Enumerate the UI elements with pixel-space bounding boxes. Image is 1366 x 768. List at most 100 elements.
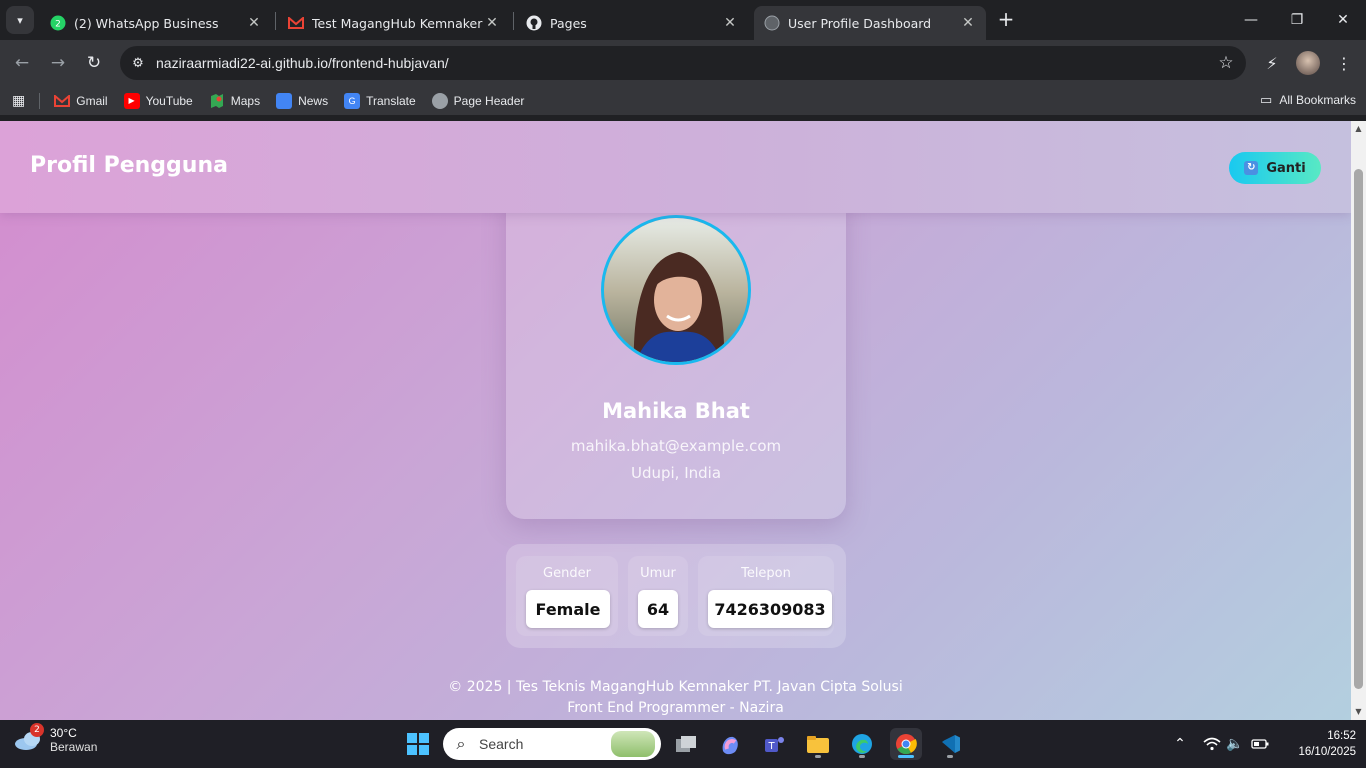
reload-icon[interactable]: ↻ (82, 51, 106, 75)
all-bookmarks-label: All Bookmarks (1279, 93, 1356, 107)
app-indicator (815, 755, 821, 758)
tab-divider (513, 12, 514, 30)
wifi-icon[interactable] (1200, 732, 1224, 756)
search-placeholder: Search (479, 736, 524, 752)
file-explorer-icon[interactable] (802, 728, 834, 760)
globe-icon (431, 92, 448, 109)
bookmark-label: Maps (230, 93, 261, 108)
bookmark-maps[interactable]: Maps (209, 93, 260, 109)
weather-temperature: 30°C (50, 726, 77, 740)
clock-date: 16/10/2025 (1298, 746, 1356, 758)
menu-kebab-icon[interactable]: ⋮ (1332, 51, 1356, 75)
apps-grid-icon[interactable]: ▦ (12, 93, 25, 109)
battery-icon[interactable] (1248, 732, 1272, 756)
svg-text:T: T (767, 741, 775, 752)
close-tab-icon[interactable]: ✕ (960, 15, 976, 31)
close-window-icon[interactable]: ✕ (1320, 0, 1366, 40)
forward-arrow-icon[interactable]: → (46, 51, 70, 75)
vscode-icon[interactable] (934, 728, 966, 760)
bookmark-youtube[interactable]: ▶ YouTube (123, 92, 193, 109)
info-phone: Telepon 7426309083 (698, 556, 834, 636)
teams-icon[interactable]: T (758, 728, 790, 760)
system-clock[interactable]: 16:52 16/10/2025 (1290, 728, 1356, 760)
back-arrow-icon[interactable]: ← (10, 51, 34, 75)
bookmark-label: Translate (366, 93, 416, 108)
tab-title: Pages (550, 15, 587, 31)
tab-gmail[interactable]: Test MagangHub Kemnaker PT. ✕ (278, 6, 510, 40)
volume-icon[interactable]: 🔈 (1223, 732, 1247, 756)
tab-divider (275, 12, 276, 30)
minimize-icon[interactable]: — (1228, 0, 1274, 40)
edge-icon[interactable] (846, 728, 878, 760)
profile-card: Mahika Bhat mahika.bhat@example.com Udup… (506, 185, 846, 519)
weather-description: Berawan (50, 740, 98, 754)
app-indicator-active (898, 755, 914, 758)
scroll-down-icon[interactable]: ▼ (1354, 707, 1363, 716)
profile-photo (604, 218, 748, 362)
windows-start-icon[interactable] (402, 728, 434, 760)
windows-taskbar: 2 30°C Berawan ⌕ Search T ⌃ 🔈 16:52 16/1… (0, 720, 1366, 768)
bookmark-star-icon[interactable]: ☆ (1206, 53, 1246, 73)
page-title: Profil Pengguna (30, 153, 228, 178)
task-view-icon[interactable] (670, 728, 702, 760)
bookmark-label: Page Header (453, 93, 525, 108)
copilot-icon[interactable] (714, 728, 746, 760)
bookmark-label: News (298, 93, 329, 108)
all-bookmarks-button[interactable]: ▭ All Bookmarks (1260, 92, 1356, 108)
restore-icon[interactable]: ❐ (1274, 0, 1320, 40)
tab-title: Test MagangHub Kemnaker PT. (312, 15, 484, 31)
close-tab-icon[interactable]: ✕ (246, 15, 262, 31)
switch-button-label: Ganti (1266, 160, 1306, 176)
page-scrollbar[interactable]: ▲ ▼ (1351, 121, 1366, 720)
bookmark-gmail[interactable]: Gmail (54, 93, 108, 109)
profile-email: mahika.bhat@example.com (570, 437, 782, 455)
search-highlight-icon (611, 731, 655, 757)
extension-icon[interactable]: ⚡ (1260, 51, 1284, 75)
tab-search-chevron-icon[interactable]: ▾ (6, 6, 34, 34)
chrome-icon[interactable] (890, 728, 922, 760)
svg-text:2: 2 (55, 20, 61, 30)
bookmark-label: Gmail (76, 93, 108, 108)
whatsapp-icon: 2 (50, 15, 66, 31)
tab-user-profile-dashboard[interactable]: User Profile Dashboard ✕ (754, 6, 986, 40)
profile-name: Mahika Bhat (602, 399, 750, 423)
scroll-up-icon[interactable]: ▲ (1354, 124, 1363, 133)
info-value: 7426309083 (708, 590, 832, 628)
url-text[interactable]: naziraarmiadi22-ai.github.io/frontend-hu… (156, 55, 1206, 71)
weather-widget[interactable]: 2 30°C Berawan (14, 723, 98, 754)
clock-time: 16:52 (1327, 730, 1356, 742)
info-label: Gender (543, 566, 591, 581)
translate-icon: G (344, 92, 361, 109)
new-tab-plus-icon[interactable]: + (994, 8, 1018, 32)
taskbar-search-input[interactable]: ⌕ Search (443, 728, 661, 760)
info-value: 64 (638, 590, 678, 628)
browser-toolbar: ← → ↻ ⚙ naziraarmiadi22-ai.github.io/fro… (0, 40, 1366, 86)
info-age: Umur 64 (628, 556, 688, 636)
address-bar[interactable]: ⚙ naziraarmiadi22-ai.github.io/frontend-… (120, 46, 1246, 80)
tab-title: (2) WhatsApp Business (74, 15, 219, 31)
app-indicator (859, 755, 865, 758)
scrollbar-thumb[interactable] (1354, 169, 1363, 689)
footer-copyright: © 2025 | Tes Teknis MagangHub Kemnaker P… (448, 679, 903, 695)
switch-user-button[interactable]: ↻ Ganti (1229, 152, 1321, 184)
show-hidden-icons-chevron-icon[interactable]: ⌃ (1168, 732, 1192, 756)
app-header: Profil Pengguna ↻ Ganti (0, 121, 1351, 213)
tab-title: User Profile Dashboard (788, 15, 932, 31)
gmail-icon (54, 93, 71, 109)
youtube-icon: ▶ (123, 92, 140, 109)
profile-avatar-icon[interactable] (1296, 51, 1320, 75)
page-viewport: Profil Pengguna ↻ Ganti Mahika Bhat mahi… (0, 121, 1351, 720)
tab-whatsapp[interactable]: 2 (2) WhatsApp Business ✕ (40, 6, 272, 40)
info-value: Female (526, 590, 610, 628)
tab-pages[interactable]: Pages ✕ (516, 6, 748, 40)
bookmarks-bar: ▦ Gmail ▶ YouTube Maps News G Translate … (0, 86, 1366, 116)
site-settings-icon[interactable]: ⚙ (120, 56, 156, 71)
github-icon (526, 15, 542, 31)
bookmark-page-header[interactable]: Page Header (431, 92, 525, 109)
bookmark-news[interactable]: News (276, 92, 329, 109)
close-tab-icon[interactable]: ✕ (722, 15, 738, 31)
close-tab-icon[interactable]: ✕ (484, 15, 500, 31)
bookmark-translate[interactable]: G Translate (344, 92, 416, 109)
footer-credit: Front End Programmer - Nazira (567, 700, 784, 716)
search-icon: ⌕ (456, 734, 466, 753)
